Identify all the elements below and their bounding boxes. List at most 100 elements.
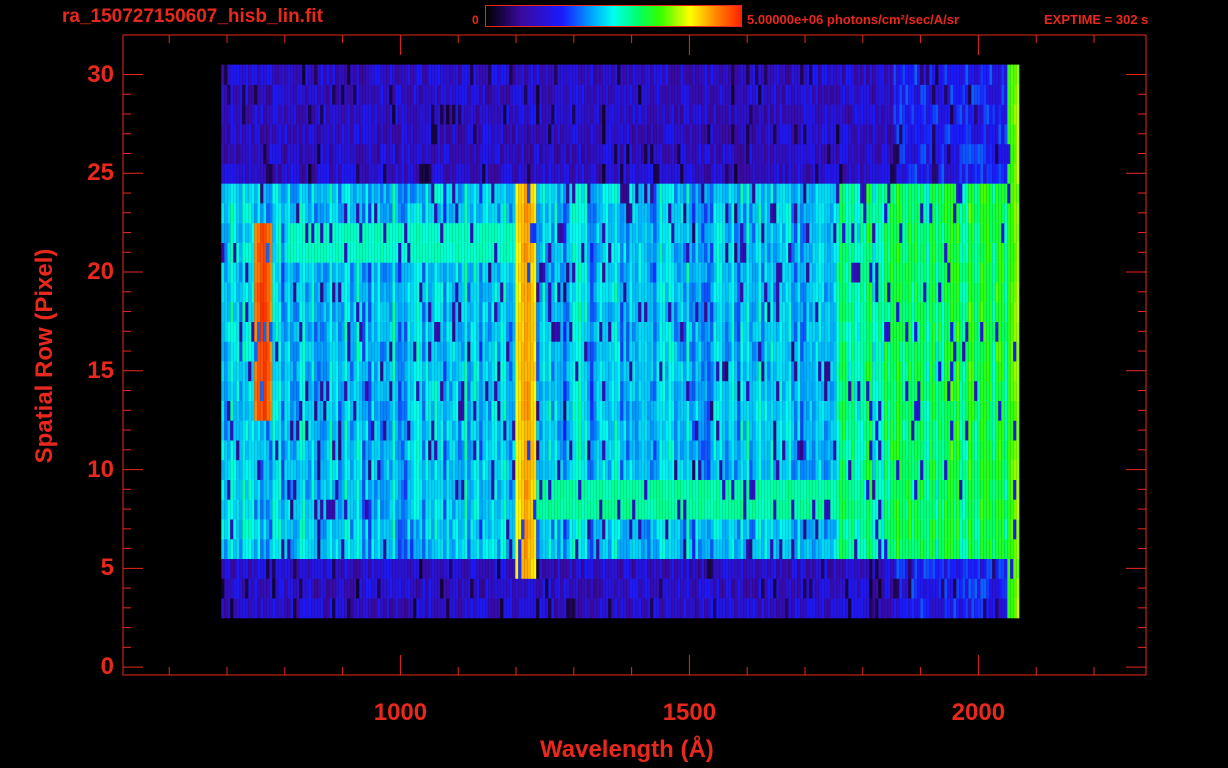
- heatmap-cell: [407, 420, 411, 441]
- heatmap-cell: [572, 301, 576, 322]
- heatmap-cell: [251, 558, 255, 579]
- heatmap-cell: [422, 439, 426, 461]
- heatmap-cell: [407, 598, 411, 619]
- heatmap-cell: [581, 420, 585, 441]
- heatmap-cell: [794, 499, 798, 520]
- heatmap-cell: [692, 578, 696, 599]
- heatmap-cell: [890, 558, 894, 579]
- heatmap-cell: [821, 558, 825, 579]
- heatmap-cell: [347, 578, 351, 599]
- heatmap-cell: [392, 380, 396, 401]
- heatmap-cell: [275, 519, 279, 540]
- heatmap-cell: [524, 519, 528, 540]
- heatmap-cell: [473, 538, 477, 559]
- heatmap-cell: [920, 578, 924, 599]
- heatmap-cell: [572, 360, 576, 382]
- heatmap-cell: [914, 479, 918, 500]
- heatmap-cell: [470, 439, 474, 461]
- heatmap-cell: [461, 262, 465, 283]
- heatmap-cell: [269, 380, 273, 401]
- heatmap-cell: [419, 479, 423, 500]
- heatmap-cell: [653, 400, 657, 421]
- heatmap-cell: [608, 400, 612, 421]
- heatmap-cell: [542, 519, 546, 540]
- heatmap-cell: [644, 242, 648, 263]
- heatmap-cell: [1007, 598, 1011, 619]
- heatmap-cell: [893, 400, 897, 421]
- heatmap-cell: [569, 380, 573, 401]
- heatmap-cell: [518, 281, 522, 303]
- heatmap-cell: [701, 262, 705, 283]
- heatmap-cell: [503, 360, 507, 382]
- heatmap-cell: [551, 598, 555, 619]
- heatmap-cell: [932, 499, 936, 520]
- heatmap-cell: [362, 400, 366, 421]
- heatmap-cell: [251, 281, 255, 303]
- heatmap-cell: [839, 301, 843, 322]
- heatmap-cell: [701, 538, 705, 559]
- heatmap-cell: [755, 321, 759, 342]
- heatmap-cell: [707, 598, 711, 619]
- heatmap-cell: [581, 479, 585, 500]
- heatmap-cell: [446, 558, 450, 579]
- heatmap-cell: [773, 439, 777, 461]
- heatmap-cell: [575, 380, 579, 401]
- heatmap-cell: [329, 499, 333, 520]
- heatmap-cell: [344, 499, 348, 520]
- heatmap-cell: [431, 341, 435, 362]
- heatmap-cell: [926, 459, 930, 480]
- heatmap-cell: [371, 360, 375, 382]
- heatmap-cell: [455, 321, 459, 342]
- heatmap-cell: [839, 281, 843, 303]
- heatmap-cell: [473, 598, 477, 619]
- heatmap-cell: [281, 400, 285, 421]
- heatmap-cell: [632, 420, 636, 441]
- heatmap-cell: [656, 281, 660, 303]
- heatmap-cell: [704, 242, 708, 263]
- heatmap-cell: [401, 262, 405, 283]
- heatmap-cell: [854, 538, 858, 559]
- heatmap-cell: [932, 281, 936, 303]
- heatmap-cell: [836, 519, 840, 540]
- heatmap-cell: [1007, 420, 1011, 441]
- heatmap-cell: [578, 519, 582, 540]
- heatmap-cell: [998, 400, 1002, 421]
- heatmap-cell: [596, 321, 600, 342]
- heatmap-cell: [257, 499, 261, 520]
- heatmap-cell: [479, 262, 483, 283]
- heatmap-cell: [722, 360, 726, 382]
- heatmap-cell: [338, 538, 342, 559]
- heatmap-cell: [773, 281, 777, 303]
- heatmap-cell: [548, 321, 552, 342]
- heatmap-cell: [392, 499, 396, 520]
- heatmap-cell: [953, 420, 957, 441]
- heatmap-cell: [395, 242, 399, 263]
- heatmap-cell: [323, 439, 327, 461]
- heatmap-cell: [572, 558, 576, 579]
- heatmap-cell: [434, 479, 438, 500]
- heatmap-cell: [227, 558, 231, 579]
- heatmap-cell: [704, 598, 708, 619]
- heatmap-cell: [866, 439, 870, 461]
- heatmap-cell: [941, 281, 945, 303]
- heatmap-cell: [518, 321, 522, 342]
- heatmap-cell: [935, 519, 939, 540]
- heatmap-cell: [836, 262, 840, 283]
- heatmap-cell: [902, 321, 906, 342]
- heatmap-cell: [485, 558, 489, 579]
- heatmap-cell: [752, 301, 756, 322]
- heatmap-cell: [872, 459, 876, 480]
- heatmap-cell: [773, 538, 777, 559]
- heatmap-cell: [506, 439, 510, 461]
- heatmap-cell: [683, 538, 687, 559]
- heatmap-cell: [359, 479, 363, 500]
- heatmap-cell: [686, 380, 690, 401]
- heatmap-cell: [467, 341, 471, 362]
- heatmap-cell: [824, 400, 828, 421]
- heatmap-cell: [644, 519, 648, 540]
- heatmap-cell: [398, 380, 402, 401]
- heatmap-cell: [386, 341, 390, 362]
- heatmap-cell: [878, 538, 882, 559]
- heatmap-cell: [545, 459, 549, 480]
- heatmap-cell: [932, 459, 936, 480]
